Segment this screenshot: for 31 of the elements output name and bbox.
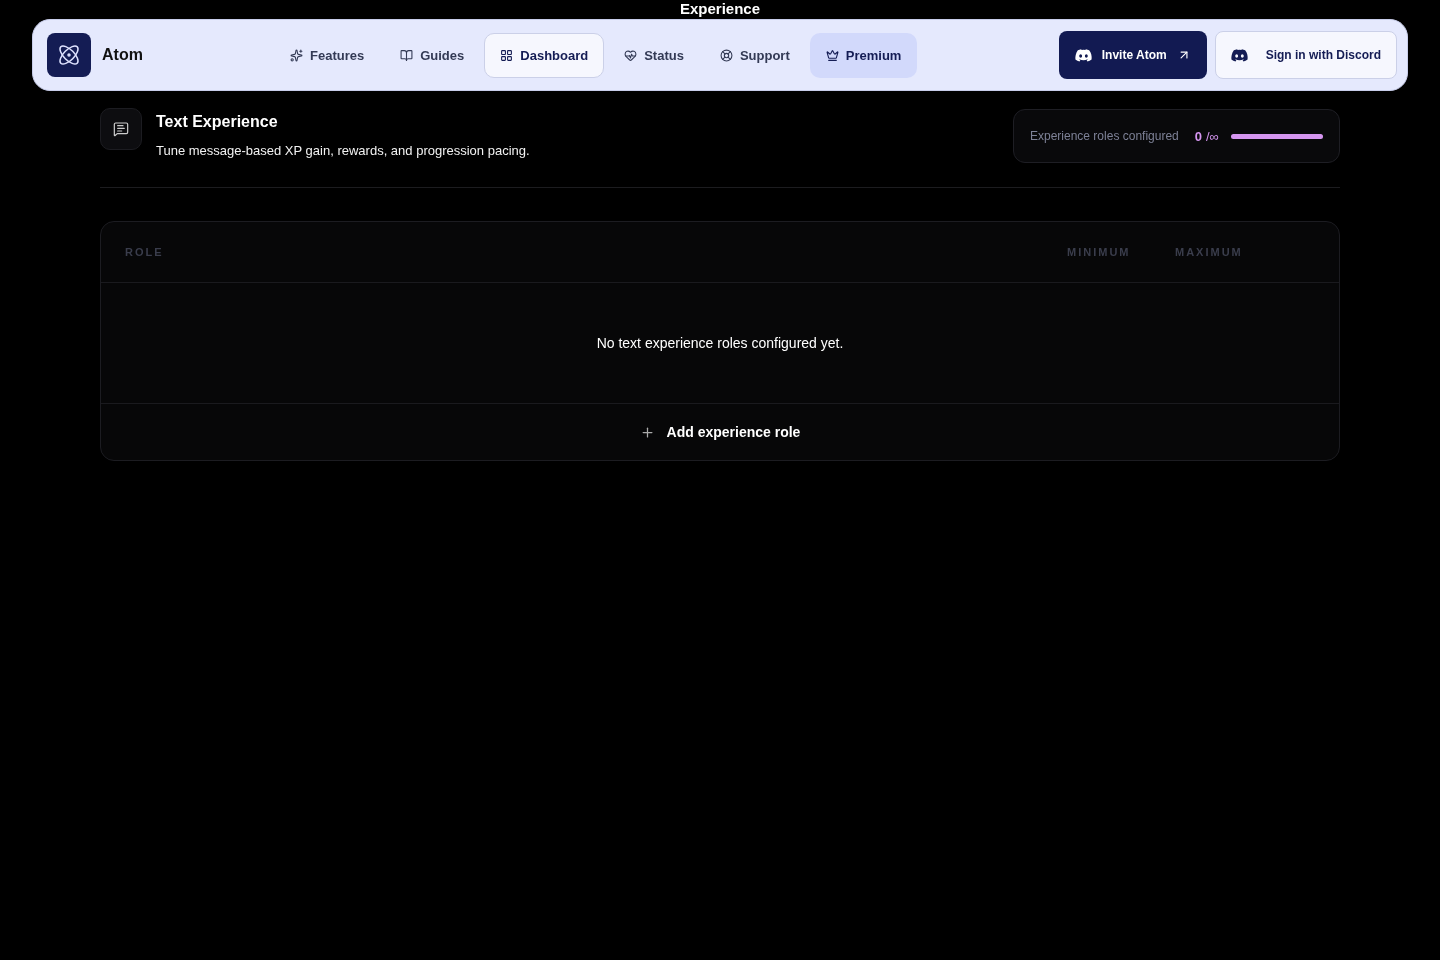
sparkles-icon: [290, 48, 303, 62]
column-header: MINIMUM: [1067, 246, 1132, 258]
nav-link[interactable]: Features: [274, 32, 381, 78]
meter-limit: /∞: [1206, 128, 1219, 144]
column-header: ROLE: [125, 246, 165, 258]
add-role-button[interactable]: Add experience role: [101, 404, 1339, 460]
empty-message: No text experience roles configured yet.: [596, 335, 844, 351]
heart-icon: [624, 48, 638, 62]
gamepad-icon: [1230, 48, 1248, 62]
crown-icon: [825, 48, 839, 62]
brand-name: Atom: [102, 46, 144, 64]
column-header: MAXIMUM: [1175, 246, 1244, 258]
meter-count: 0: [1194, 128, 1202, 144]
lifebuoy-icon: [719, 48, 733, 62]
message-icon: [113, 121, 129, 137]
atom-logo-icon[interactable]: [47, 33, 91, 77]
nav-link[interactable]: Support: [703, 32, 806, 78]
meter-label: Experience roles configured: [1030, 129, 1179, 143]
page-heading: Experience: [679, 1, 760, 18]
nav-link[interactable]: Premium: [809, 32, 918, 78]
nav-link[interactable]: Dashboard: [484, 32, 605, 78]
sign-in-button[interactable]: Sign in with Discord: [1214, 31, 1397, 79]
section-description: Tune message-based XP gain, rewards, and progression pacing.: [156, 143, 530, 158]
grid-icon: [500, 48, 514, 62]
plus-icon: [639, 424, 655, 440]
section-title: Text Experience: [156, 113, 279, 131]
nav-link[interactable]: Guides: [384, 32, 481, 78]
gamepad-icon: [1074, 48, 1092, 62]
nav-link[interactable]: Status: [608, 32, 700, 78]
invite-button[interactable]: Invite Atom: [1058, 31, 1207, 79]
book-icon: [400, 48, 414, 62]
